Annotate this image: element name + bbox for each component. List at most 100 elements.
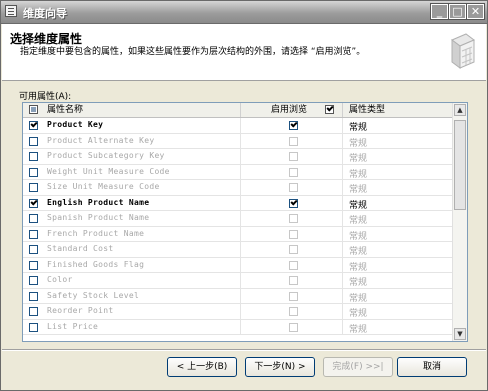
include-attribute-checkbox[interactable] xyxy=(29,198,38,208)
include-attribute-checkbox[interactable] xyxy=(29,136,38,146)
enable-browsing-checkbox[interactable] xyxy=(289,260,298,270)
table-row[interactable]: Reorder Point 常规 xyxy=(23,304,453,320)
include-attribute-checkbox[interactable] xyxy=(29,214,38,223)
scroll-thumb[interactable] xyxy=(454,120,466,210)
table-row[interactable]: List Price 常规 xyxy=(23,319,453,335)
attribute-type-cell[interactable]: 常规 xyxy=(343,195,453,211)
attribute-name-cell: Product Alternate Key xyxy=(23,133,241,149)
enable-browsing-checkbox[interactable] xyxy=(289,276,298,285)
attribute-type-cell[interactable]: 常规 xyxy=(343,242,453,257)
select-all-checkbox[interactable] xyxy=(29,105,38,114)
attribute-type-cell[interactable]: 常规 xyxy=(343,211,453,226)
table-row[interactable]: Product Key 常规 xyxy=(23,118,453,134)
attribute-name: List Price xyxy=(47,321,99,331)
enable-browsing-checkbox[interactable] xyxy=(289,167,298,177)
attribute-type-cell[interactable]: 常规 xyxy=(343,133,453,149)
attribute-type: 常规 xyxy=(349,200,368,211)
attribute-name-cell: Finished Goods Flag xyxy=(23,257,241,273)
include-attribute-checkbox[interactable] xyxy=(29,322,38,332)
attribute-name-cell: Product Key xyxy=(23,118,241,133)
table-row[interactable]: French Product Name 常规 xyxy=(23,226,453,242)
table-row[interactable]: Weight Unit Measure Code 常规 xyxy=(23,164,453,180)
back-button[interactable]: < 上一步(B) xyxy=(167,357,237,377)
attribute-name: Product Alternate Key xyxy=(47,135,155,145)
close-button[interactable]: ✕ xyxy=(466,3,485,20)
attribute-type: 常规 xyxy=(349,324,368,335)
table-row[interactable]: Finished Goods Flag 常规 xyxy=(23,257,453,273)
attribute-type: 常规 xyxy=(349,185,368,195)
enable-browsing-checkbox[interactable] xyxy=(289,136,298,146)
attribute-type-cell[interactable]: 常规 xyxy=(343,180,453,195)
column-label: 启用浏览 xyxy=(271,105,308,115)
table-row[interactable]: English Product Name 常规 xyxy=(23,195,453,211)
enable-browsing-checkbox[interactable] xyxy=(289,121,298,130)
attribute-name-cell: Safety Stock Level xyxy=(23,288,241,304)
attribute-type-cell[interactable]: 常规 xyxy=(343,149,453,164)
available-attributes-label: 可用属性(A): xyxy=(19,92,72,102)
enable-browsing-cell xyxy=(241,164,343,180)
title-bar[interactable]: 维度向导 _ □ ✕ xyxy=(1,1,487,24)
next-button[interactable]: 下一步(N) > xyxy=(245,357,315,377)
include-attribute-checkbox[interactable] xyxy=(29,229,38,239)
attribute-type-cell[interactable]: 常规 xyxy=(343,118,453,133)
attribute-name-cell: List Price xyxy=(23,319,241,335)
table-row[interactable]: Product Alternate Key 常规 xyxy=(23,133,453,149)
table-row[interactable]: Color 常规 xyxy=(23,273,453,289)
include-attribute-checkbox[interactable] xyxy=(29,167,38,177)
browse-all-checkbox[interactable] xyxy=(325,105,334,114)
table-row[interactable]: Safety Stock Level 常规 xyxy=(23,288,453,304)
enable-browsing-checkbox[interactable] xyxy=(289,183,298,192)
enable-browsing-checkbox[interactable] xyxy=(289,307,298,316)
enable-browsing-checkbox[interactable] xyxy=(289,198,298,208)
attribute-name: Reorder Point xyxy=(47,306,114,315)
attribute-type-cell[interactable]: 常规 xyxy=(343,319,453,335)
include-attribute-checkbox[interactable] xyxy=(29,260,38,270)
window-title: 维度向导 xyxy=(23,7,67,20)
attribute-type-cell[interactable]: 常规 xyxy=(343,288,453,304)
attribute-type: 常规 xyxy=(349,247,368,257)
enable-browsing-checkbox[interactable] xyxy=(289,291,298,301)
minimize-button[interactable]: _ xyxy=(430,3,449,20)
column-attribute-name[interactable]: 属性名称 xyxy=(23,103,241,117)
table-row[interactable]: Spanish Product Name 常规 xyxy=(23,211,453,227)
include-attribute-checkbox[interactable] xyxy=(29,152,38,161)
include-attribute-checkbox[interactable] xyxy=(29,291,38,301)
attribute-type-cell[interactable]: 常规 xyxy=(343,164,453,180)
column-enable-browsing[interactable]: 启用浏览 xyxy=(241,103,343,117)
attribute-name-cell: Reorder Point xyxy=(23,304,241,319)
attribute-type: 常规 xyxy=(349,262,368,273)
enable-browsing-checkbox[interactable] xyxy=(289,245,298,254)
enable-browsing-checkbox[interactable] xyxy=(289,152,298,161)
vertical-scrollbar[interactable]: ▲ ▼ xyxy=(452,103,467,341)
column-attribute-type[interactable]: 属性类型 xyxy=(343,103,453,117)
attribute-type-cell[interactable]: 常规 xyxy=(343,226,453,242)
table-row[interactable]: Size Unit Measure Code 常规 xyxy=(23,180,453,196)
enable-browsing-cell xyxy=(241,180,343,195)
attribute-type: 常规 xyxy=(349,278,368,288)
attribute-type-cell[interactable]: 常规 xyxy=(343,304,453,319)
enable-browsing-cell xyxy=(241,242,343,257)
include-attribute-checkbox[interactable] xyxy=(29,183,38,192)
scroll-down-arrow-icon[interactable]: ▼ xyxy=(454,328,466,340)
enable-browsing-checkbox[interactable] xyxy=(289,214,298,223)
finish-button[interactable]: 完成(F) >>| xyxy=(323,357,393,377)
attribute-type: 常规 xyxy=(349,309,368,319)
include-attribute-checkbox[interactable] xyxy=(29,276,38,285)
scroll-up-arrow-icon[interactable]: ▲ xyxy=(454,104,466,116)
enable-browsing-checkbox[interactable] xyxy=(289,322,298,332)
attribute-type: 常规 xyxy=(349,293,368,304)
attribute-name-cell: Color xyxy=(23,273,241,288)
dimension-wizard-window: 维度向导 _ □ ✕ 选择维度属性 指定维度中要包含的属性，如果这些属性要作为层… xyxy=(0,0,488,391)
table-row[interactable]: Product Subcategory Key 常规 xyxy=(23,149,453,165)
attribute-type-cell[interactable]: 常规 xyxy=(343,257,453,273)
table-row[interactable]: Standard Cost 常规 xyxy=(23,242,453,258)
attribute-name: Size Unit Measure Code xyxy=(47,182,160,191)
include-attribute-checkbox[interactable] xyxy=(29,121,38,130)
attribute-name: Weight Unit Measure Code xyxy=(47,166,170,176)
enable-browsing-checkbox[interactable] xyxy=(289,229,298,239)
cancel-button[interactable]: 取消 xyxy=(397,357,467,377)
include-attribute-checkbox[interactable] xyxy=(29,307,38,316)
include-attribute-checkbox[interactable] xyxy=(29,245,38,254)
attribute-type-cell[interactable]: 常规 xyxy=(343,273,453,288)
maximize-button[interactable]: □ xyxy=(448,3,467,20)
